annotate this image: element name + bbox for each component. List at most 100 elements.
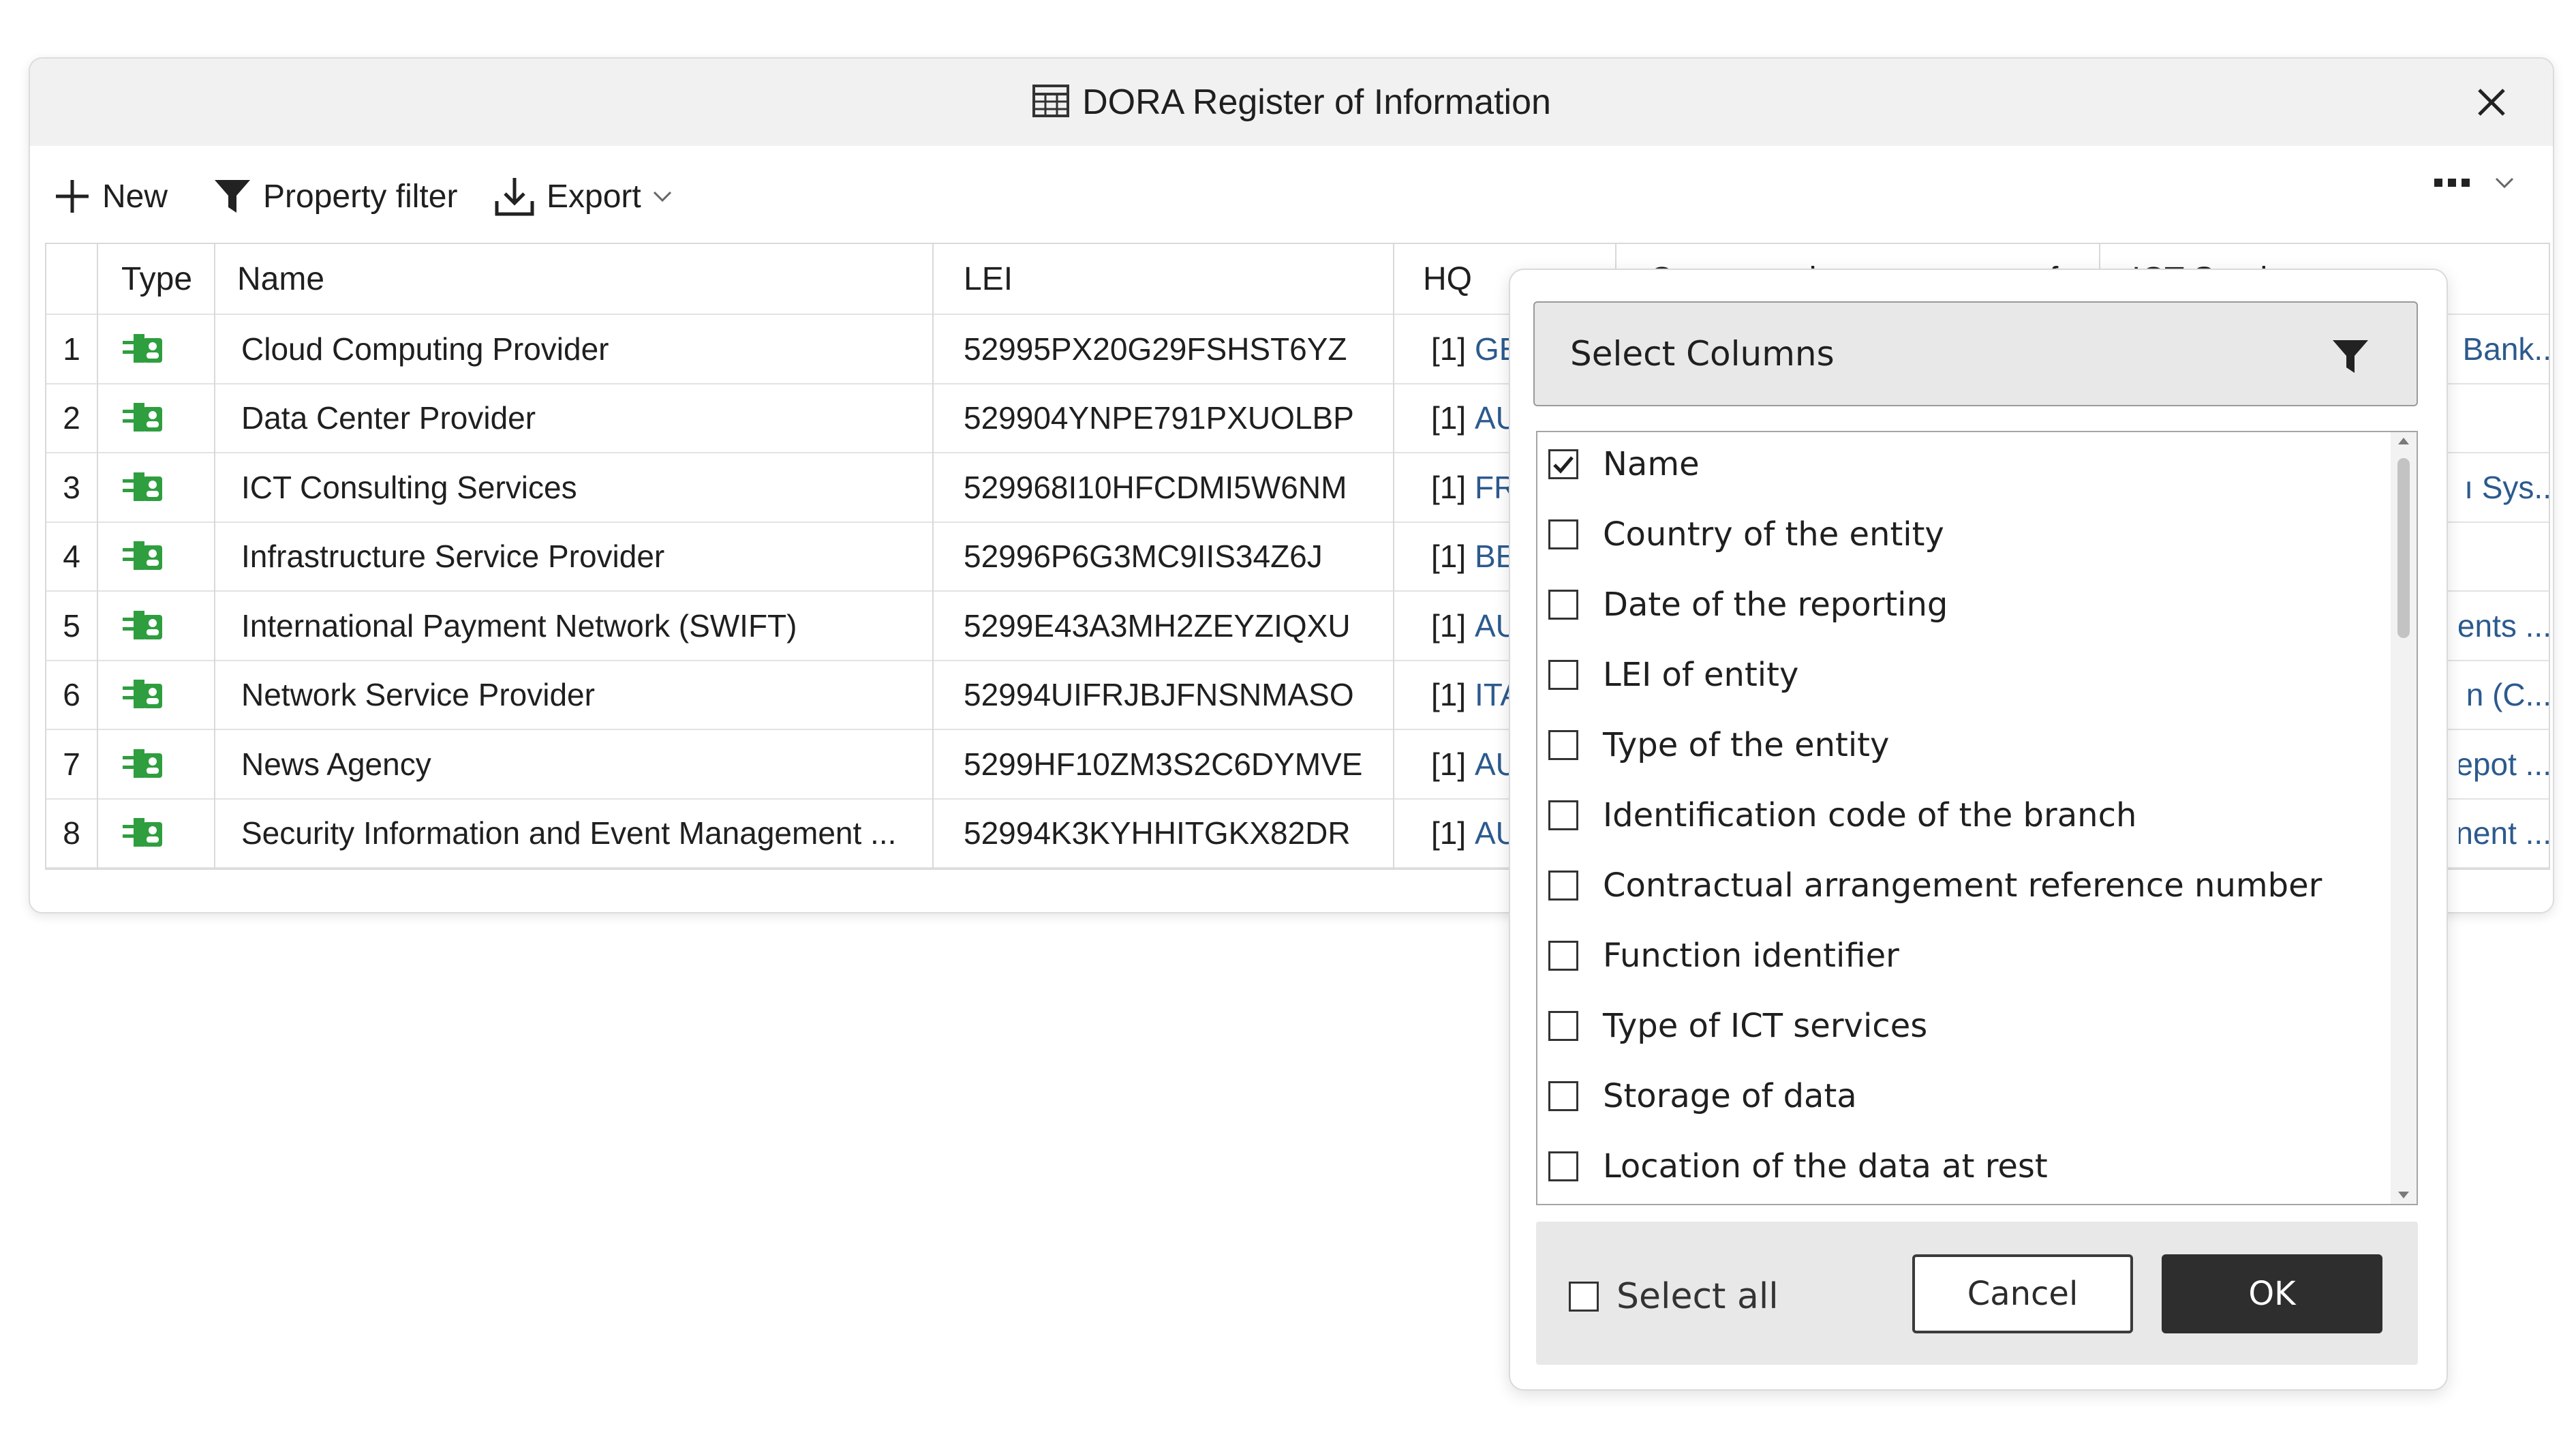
more-options-button[interactable] (2433, 176, 2515, 190)
ict-service-link[interactable]: nent ... (2459, 800, 2549, 868)
select-columns-header[interactable]: Select Columns (1533, 301, 2418, 406)
column-option[interactable]: Identification code of the branch (1537, 785, 2376, 846)
window-title: DORA Register of Information (1082, 82, 1551, 122)
scrollbar[interactable] (2391, 432, 2417, 1204)
column-option[interactable]: LEI of entity (1537, 644, 2376, 706)
checkbox-unchecked[interactable] (1548, 1151, 1578, 1181)
select-all-checkbox[interactable]: Select all (1569, 1276, 1779, 1317)
entity-name: Security Information and Event Managemen… (241, 815, 897, 851)
ict-service-link[interactable]: Bank.. (2459, 315, 2549, 383)
ok-button[interactable]: OK (2162, 1254, 2382, 1333)
property-filter-label: Property filter (263, 178, 458, 215)
entity-type-icon (121, 384, 203, 453)
scroll-down-icon[interactable] (2398, 1192, 2409, 1198)
cancel-button[interactable]: Cancel (1912, 1254, 2133, 1333)
checkbox-checked[interactable] (1548, 449, 1578, 479)
entity-name: Cloud Computing Provider (241, 331, 609, 367)
row-number: 3 (63, 469, 80, 505)
ict-service-link-text[interactable]: nent ... (2459, 815, 2549, 851)
checkmark-icon (1553, 456, 1574, 474)
entity-name: Data Center Provider (241, 400, 536, 436)
hq-index: [1] (1431, 607, 1467, 644)
ict-provider-icon (123, 541, 162, 571)
checkbox-box[interactable] (1569, 1282, 1599, 1312)
plus-icon (56, 180, 89, 213)
ict-service-link[interactable]: ents ... (2459, 592, 2549, 660)
row-number: 5 (63, 607, 80, 644)
column-option-label: Type of ICT services (1603, 1007, 1928, 1045)
property-filter-button[interactable]: Property filter (213, 177, 457, 216)
scroll-up-icon[interactable] (2398, 438, 2409, 444)
checkbox-unchecked[interactable] (1548, 660, 1578, 690)
ict-service-link-text[interactable]: ents ... (2459, 607, 2549, 644)
row-number: 8 (63, 815, 80, 851)
row-number: 1 (63, 331, 80, 367)
entity-type-icon (121, 523, 203, 591)
ict-service-link-text[interactable]: n (C... (2466, 676, 2549, 713)
title-bar: DORA Register of Information (30, 59, 2553, 146)
new-label: New (102, 178, 168, 215)
column-option[interactable]: Contractual arrangement reference number (1537, 855, 2376, 916)
export-button[interactable]: Export (493, 175, 673, 217)
hq-index: [1] (1431, 539, 1467, 575)
entity-lei: 5299E43A3MH2ZEYZIQXU (964, 607, 1351, 644)
entity-lei: 529904YNPE791PXUOLBP (964, 400, 1354, 436)
checkbox-unchecked[interactable] (1548, 1081, 1578, 1111)
close-button[interactable] (2470, 80, 2513, 124)
column-option[interactable]: Function identifier (1537, 925, 2376, 986)
column-option[interactable]: Country of the entity (1537, 504, 2376, 565)
ict-service-link-text[interactable]: epot ... (2459, 746, 2549, 783)
select-columns-popup: Select Columns Name Country of the entity… (1509, 269, 2448, 1391)
filter-icon (215, 180, 250, 213)
checkbox-unchecked[interactable] (1548, 871, 1578, 901)
column-option[interactable]: Type of ICT services (1537, 995, 2376, 1057)
checkbox-unchecked[interactable] (1548, 730, 1578, 760)
ict-service-link-text[interactable]: ı Sys.. (2464, 469, 2549, 506)
column-option-label: Country of the entity (1603, 515, 1944, 554)
entity-name: Infrastructure Service Provider (241, 539, 665, 575)
checkbox-unchecked[interactable] (1548, 590, 1578, 620)
column-option-label: Type of the entity (1603, 726, 1890, 764)
column-option[interactable]: Name (1537, 434, 2376, 495)
filter-icon[interactable] (2331, 337, 2370, 376)
col-header-type[interactable]: Type (121, 244, 224, 314)
new-button[interactable]: New (53, 177, 168, 215)
column-option-label: Location of the data at rest (1603, 1147, 2048, 1185)
checkbox-unchecked[interactable] (1548, 1011, 1578, 1041)
row-number: 7 (63, 746, 80, 782)
ict-provider-icon (123, 403, 162, 432)
hq-index: [1] (1431, 746, 1467, 782)
entity-lei: 52994UIFRJBJFNSNMASO (964, 677, 1354, 713)
entity-type-icon (121, 800, 203, 868)
ict-provider-icon (123, 680, 162, 709)
column-option[interactable]: Type of the entity (1537, 714, 2376, 776)
ict-service-link-text[interactable]: Bank.. (2463, 331, 2549, 367)
close-icon (2478, 89, 2505, 116)
column-option[interactable]: Storage of data (1537, 1065, 2376, 1127)
hq-index: [1] (1431, 815, 1467, 851)
ict-provider-icon (123, 610, 162, 639)
ict-service-link[interactable]: ı Sys.. (2459, 453, 2549, 521)
column-option[interactable]: Date of the reporting (1537, 574, 2376, 635)
entity-type-icon (121, 730, 203, 798)
table-icon (1032, 84, 1070, 121)
column-option[interactable]: Location of the data at rest (1537, 1136, 2376, 1197)
checkbox-unchecked[interactable] (1548, 941, 1578, 971)
checkbox-unchecked[interactable] (1548, 800, 1578, 830)
col-header-lei[interactable]: LEI (964, 244, 1373, 314)
grid-divider (1393, 244, 1394, 868)
hq-index: [1] (1431, 400, 1467, 436)
column-option-label: Storage of data (1603, 1077, 1857, 1115)
column-list: Name Country of the entity Date of the rep… (1536, 431, 2418, 1205)
ict-service-link[interactable]: n (C... (2459, 661, 2549, 729)
scroll-thumb[interactable] (2397, 458, 2410, 638)
entity-name: ICT Consulting Services (241, 469, 577, 505)
entity-type-icon (121, 661, 203, 729)
ict-service-link[interactable]: epot ... (2459, 730, 2549, 798)
checkbox-unchecked[interactable] (1548, 519, 1578, 549)
col-header-name[interactable]: Name (237, 244, 646, 314)
grid-divider (97, 244, 98, 868)
hq-index: [1] (1431, 469, 1467, 505)
ict-provider-icon (123, 333, 162, 363)
popup-footer: Select all Cancel OK (1536, 1222, 2418, 1365)
